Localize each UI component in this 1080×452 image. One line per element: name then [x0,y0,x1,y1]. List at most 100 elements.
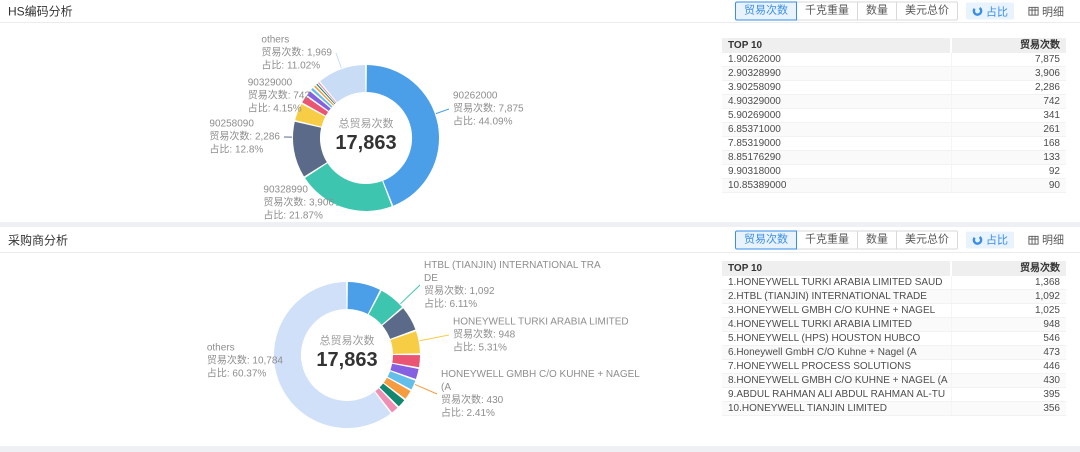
section-header: 采购商分析 贸易次数千克重量数量美元总价 占比明细 [0,227,1080,253]
donut-chart-icon [972,234,983,245]
table-cell-name: 7.85319000 [722,137,949,150]
table-cell-value: 133 [951,151,1066,164]
top10-table: TOP 10贸易次数1.902620007,8752.903289903,906… [722,38,1066,193]
table-cell-value: 341 [951,109,1066,122]
donut-chart-icon [972,6,983,17]
slice-label-value: 贸易次数: 3,906 [263,197,334,210]
slice-label-name: 90329000 [248,77,310,90]
slice-label-value: 贸易次数: 742 [248,90,310,103]
donut-chart-area: 90262000贸易次数: 7,875占比: 44.09%90328990贸易次… [0,22,710,222]
table-row[interactable]: 1.HONEYWELL TURKI ARABIA LIMITED SAUD1,3… [722,276,1066,290]
table-cell-name: 4.90329000 [722,95,949,108]
table-cell-name: 4.HONEYWELL TURKI ARABIA LIMITED [722,318,949,331]
table-row[interactable]: 1.902620007,875 [722,53,1066,67]
slice-label: HONEYWELL GMBH C/O KUHNE + NAGEL(A贸易次数: … [441,368,640,420]
slice-label-percent: 占比: 4.15% [248,103,310,116]
view-button-label: 明细 [1042,3,1064,19]
view-button-label: 占比 [986,232,1008,248]
table-cell-name: 8.85176290 [722,151,949,164]
table-cell-value: 1,092 [951,290,1066,303]
slice-label-percent: 占比: 6.11% [424,298,601,311]
metric-button[interactable]: 数量 [857,230,897,249]
detail-view-button[interactable]: 明细 [1022,3,1070,20]
slice-label-percent: 占比: 2.41% [441,407,640,420]
chart-center-total: 17,863 [316,349,377,372]
table-row[interactable]: 5.HONEYWELL (HPS) HOUSTON HUBCO546 [722,332,1066,346]
table-row[interactable]: 9.ABDUL RAHMAN ALI ABDUL RAHMAN AL-TU395 [722,388,1066,402]
table-row[interactable]: 6.85371000261 [722,123,1066,137]
table-row[interactable]: 10.HONEYWELL TIANJIN LIMITED356 [722,402,1066,416]
table-header-cell: 贸易次数 [952,261,1066,276]
label-leader-line [436,109,449,114]
metric-button[interactable]: 数量 [857,2,897,21]
section-title: HS编码分析 [8,3,73,20]
section-header: HS编码分析 贸易次数千克重量数量美元总价占比 明细 [0,0,1080,23]
slice-label-percent: 占比: 60.37% [207,368,283,381]
metric-button-group: 贸易次数千克重量数量美元总价 [735,2,958,21]
section-toolbar: 贸易次数千克重量数量美元总价占比 明细 [735,2,1070,21]
section-toolbar: 贸易次数千克重量数量美元总价 占比明细 [735,230,1070,249]
table-row[interactable]: 3.HONEYWELL GMBH C/O KUHNE + NAGEL1,025 [722,304,1066,318]
slice-label-percent: 占比: 12.8% [209,144,280,157]
chart-center-title: 总贸易次数 [339,115,394,131]
table-row[interactable]: 2.903289903,906 [722,67,1066,81]
label-leader-line [400,285,420,304]
table-cell-name: 10.85389000 [722,179,949,192]
table-row[interactable]: 3.902580902,286 [722,81,1066,95]
section-title: 采购商分析 [8,231,68,248]
table-cell-value: 430 [951,374,1066,387]
table-row[interactable]: 4.HONEYWELL TURKI ARABIA LIMITED948 [722,318,1066,332]
detail-view-button[interactable]: 明细 [1022,231,1070,248]
table-cell-name: 2.90328990 [722,67,949,80]
table-cell-name: 9.ABDUL RAHMAN ALI ABDUL RAHMAN AL-TU [722,388,949,401]
slice-label-name: HTBL (TIANJIN) INTERNATIONAL TRA [424,259,601,272]
table-cell-value: 261 [951,123,1066,136]
table-header-row: TOP 10贸易次数 [722,38,1066,53]
table-row[interactable]: 6.Honeywell GmbH C/O Kuhne + Nagel (A473 [722,346,1066,360]
table-row[interactable]: 8.HONEYWELL GMBH C/O KUHNE + NAGEL (A430 [722,374,1066,388]
table-cell-name: 3.90258090 [722,81,949,94]
hs-code-analysis-section: HS编码分析 贸易次数千克重量数量美元总价占比明细 90262000贸易次数: … [0,0,1080,222]
table-cell-name: 8.HONEYWELL GMBH C/O KUHNE + NAGEL (A [722,374,949,387]
table-cell-value: 1,368 [951,276,1066,289]
table-row[interactable]: 2.HTBL (TIANJIN) INTERNATIONAL TRADE1,09… [722,290,1066,304]
table-cell-value: 90 [951,179,1066,192]
table-cell-value: 3,906 [951,67,1066,80]
slice-label-name: (A [441,381,640,394]
slice-label-value: 贸易次数: 430 [441,394,640,407]
table-cell-value: 446 [951,360,1066,373]
metric-button[interactable]: 贸易次数 [735,2,797,21]
metric-button[interactable]: 美元总价 [896,2,958,21]
metric-button[interactable]: 千克重量 [796,230,858,249]
table-row[interactable]: 4.90329000742 [722,95,1066,109]
metric-button[interactable]: 贸易次数 [735,230,797,249]
table-cell-name: 10.HONEYWELL TIANJIN LIMITED [722,402,949,415]
slice-label-percent: 占比: 5.31% [453,342,629,355]
slice-label-name: others [207,342,283,355]
table-row[interactable]: 8.85176290133 [722,151,1066,165]
donut-chart-area: HTBL (TIANJIN) INTERNATIONAL TRADE贸易次数: … [0,252,710,446]
slice-label-name: 90328990 [263,184,334,197]
metric-button[interactable]: 美元总价 [896,230,958,249]
table-cell-name: 9.90318000 [722,165,949,178]
table-cell-value: 395 [951,388,1066,401]
metric-button[interactable]: 千克重量 [796,2,858,21]
table-header-cell: TOP 10 [722,38,950,53]
slice-label: others贸易次数: 1,969占比: 11.02% [261,34,332,73]
table-row[interactable]: 9.9031800092 [722,165,1066,179]
table-row[interactable]: 5.90269000341 [722,109,1066,123]
slice-label: HTBL (TIANJIN) INTERNATIONAL TRADE贸易次数: … [424,259,601,311]
slice-label: 90262000贸易次数: 7,875占比: 44.09% [453,90,524,129]
table-row[interactable]: 7.HONEYWELL PROCESS SOLUTIONS446 [722,360,1066,374]
ratio-view-button[interactable]: 占比 [966,231,1014,248]
label-leader-line [420,335,449,341]
table-cell-value: 742 [951,95,1066,108]
table-cell-value: 1,025 [951,304,1066,317]
table-cell-value: 92 [951,165,1066,178]
ratio-view-button[interactable]: 占比 [966,3,1014,20]
table-grid-icon [1028,234,1039,245]
slice-label-name: 90262000 [453,90,524,103]
label-leader-line [336,53,341,68]
table-row[interactable]: 7.85319000168 [722,137,1066,151]
table-row[interactable]: 10.8538900090 [722,179,1066,193]
